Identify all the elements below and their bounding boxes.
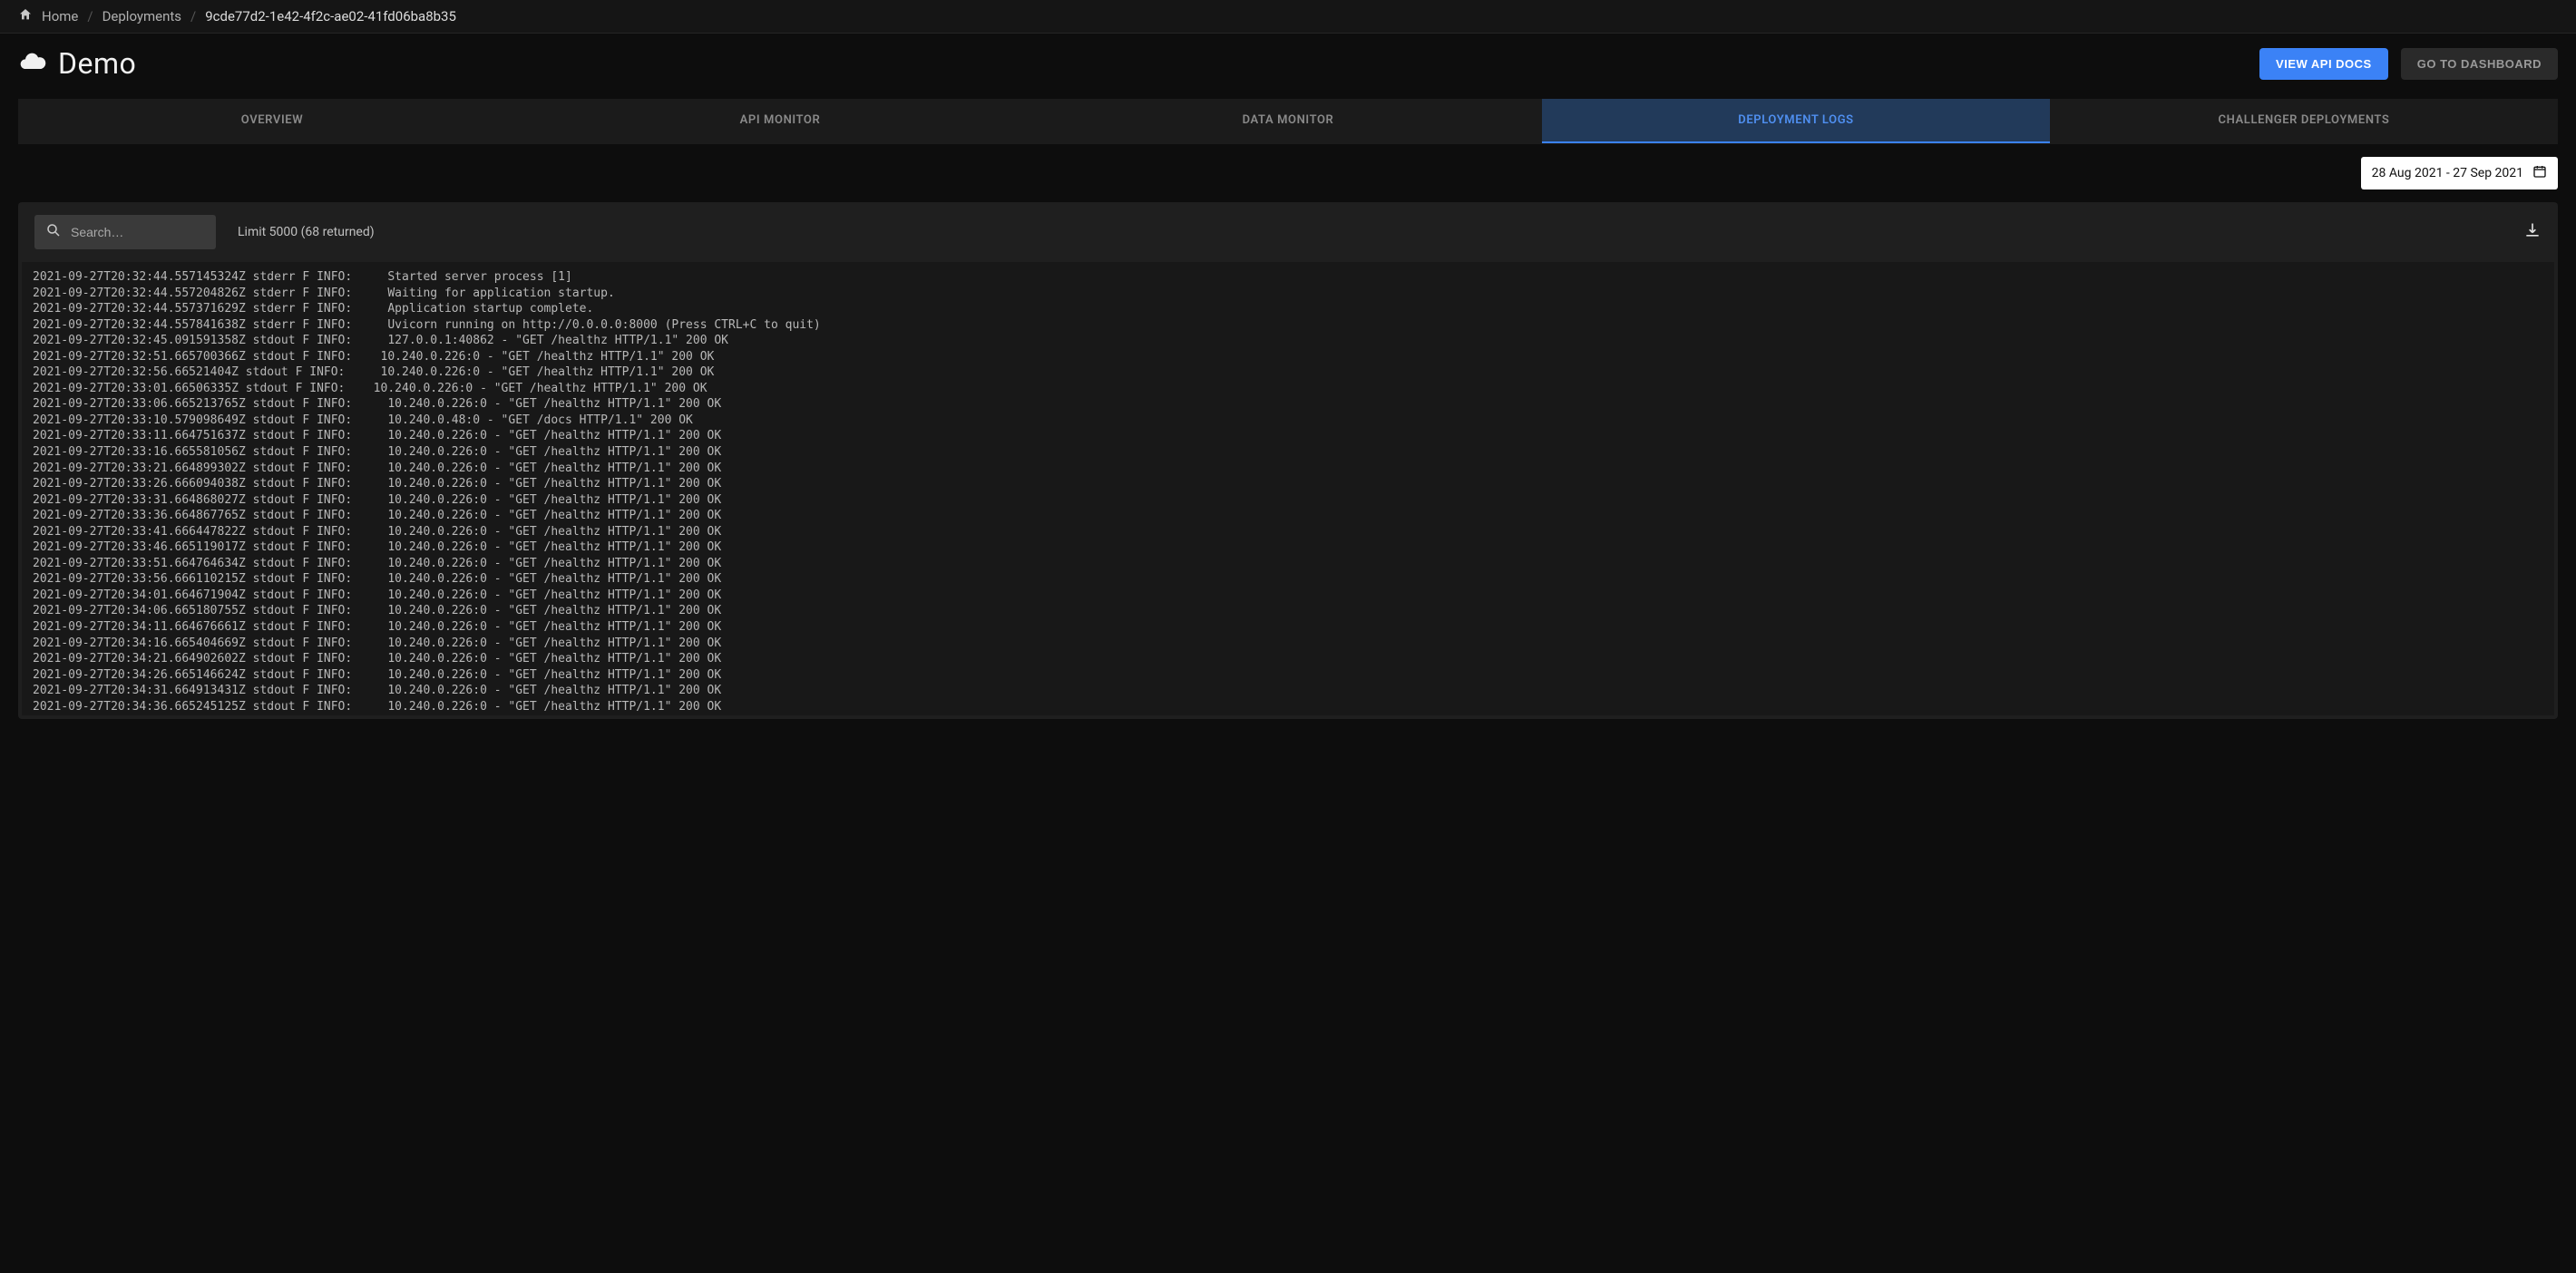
log-line: 2021-09-27T20:33:01.66506335Z stdout F I… bbox=[33, 381, 2551, 397]
tab-data-monitor[interactable]: DATA MONITOR bbox=[1034, 99, 1542, 143]
log-line: 2021-09-27T20:32:44.557145324Z stderr F … bbox=[33, 269, 2551, 286]
breadcrumb-id: 9cde77d2-1e42-4f2c-ae02-41fd06ba8b35 bbox=[205, 8, 456, 24]
cloud-icon bbox=[18, 47, 47, 80]
tab-challenger-deployments[interactable]: CHALLENGER DEPLOYMENTS bbox=[2050, 99, 2558, 143]
log-line: 2021-09-27T20:33:36.664867765Z stdout F … bbox=[33, 508, 2551, 524]
date-range-picker[interactable]: 28 Aug 2021 - 27 Sep 2021 bbox=[2361, 157, 2558, 189]
breadcrumb-home[interactable]: Home bbox=[42, 8, 78, 24]
log-line: 2021-09-27T20:32:44.557371629Z stderr F … bbox=[33, 301, 2551, 317]
go-to-dashboard-button[interactable]: GO TO DASHBOARD bbox=[2401, 48, 2558, 80]
download-icon[interactable] bbox=[2523, 221, 2542, 243]
breadcrumb-sep: / bbox=[190, 8, 196, 24]
log-line: 2021-09-27T20:33:31.664868027Z stdout F … bbox=[33, 492, 2551, 509]
tab-api-monitor[interactable]: API MONITOR bbox=[526, 99, 1034, 143]
log-line: 2021-09-27T20:34:16.665404669Z stdout F … bbox=[33, 636, 2551, 652]
log-line: 2021-09-27T20:34:11.664676661Z stdout F … bbox=[33, 619, 2551, 636]
tab-overview[interactable]: OVERVIEW bbox=[18, 99, 526, 143]
log-line: 2021-09-27T20:32:44.557204826Z stderr F … bbox=[33, 286, 2551, 302]
logs-panel: Limit 5000 (68 returned) 2021-09-27T20:3… bbox=[18, 202, 2558, 719]
log-line: 2021-09-27T20:34:06.665180755Z stdout F … bbox=[33, 603, 2551, 619]
log-line: 2021-09-27T20:32:44.557841638Z stderr F … bbox=[33, 317, 2551, 334]
log-line: 2021-09-27T20:32:56.66521404Z stdout F I… bbox=[33, 364, 2551, 381]
logs-body[interactable]: 2021-09-27T20:32:44.557145324Z stderr F … bbox=[22, 262, 2554, 715]
log-line: 2021-09-27T20:34:41.664877122Z stdout F … bbox=[33, 714, 2551, 715]
log-line: 2021-09-27T20:34:36.665245125Z stdout F … bbox=[33, 699, 2551, 715]
page-title: Demo bbox=[58, 46, 136, 81]
log-line: 2021-09-27T20:33:51.664764634Z stdout F … bbox=[33, 556, 2551, 572]
view-api-docs-button[interactable]: VIEW API DOCS bbox=[2259, 48, 2388, 80]
search-input[interactable] bbox=[71, 225, 205, 239]
log-line: 2021-09-27T20:33:10.579098649Z stdout F … bbox=[33, 413, 2551, 429]
tab-bar: OVERVIEWAPI MONITORDATA MONITORDEPLOYMEN… bbox=[18, 99, 2558, 144]
search-box[interactable] bbox=[34, 215, 216, 249]
log-line: 2021-09-27T20:33:56.666110215Z stdout F … bbox=[33, 571, 2551, 588]
log-line: 2021-09-27T20:34:26.665146624Z stdout F … bbox=[33, 667, 2551, 684]
breadcrumb-deployments[interactable]: Deployments bbox=[102, 8, 181, 24]
log-line: 2021-09-27T20:34:31.664913431Z stdout F … bbox=[33, 683, 2551, 699]
home-icon[interactable] bbox=[18, 7, 33, 25]
log-line: 2021-09-27T20:32:45.091591358Z stdout F … bbox=[33, 333, 2551, 349]
date-range-text: 28 Aug 2021 - 27 Sep 2021 bbox=[2372, 166, 2523, 180]
log-line: 2021-09-27T20:33:16.665581056Z stdout F … bbox=[33, 444, 2551, 461]
limit-text: Limit 5000 (68 returned) bbox=[238, 225, 375, 239]
log-line: 2021-09-27T20:33:06.665213765Z stdout F … bbox=[33, 396, 2551, 413]
log-line: 2021-09-27T20:33:41.666447822Z stdout F … bbox=[33, 524, 2551, 540]
logs-toolbar: Limit 5000 (68 returned) bbox=[18, 202, 2558, 262]
log-line: 2021-09-27T20:34:21.664902602Z stdout F … bbox=[33, 651, 2551, 667]
log-line: 2021-09-27T20:33:46.665119017Z stdout F … bbox=[33, 539, 2551, 556]
log-line: 2021-09-27T20:32:51.665700366Z stdout F … bbox=[33, 349, 2551, 365]
log-line: 2021-09-27T20:33:11.664751637Z stdout F … bbox=[33, 428, 2551, 444]
log-line: 2021-09-27T20:34:01.664671904Z stdout F … bbox=[33, 588, 2551, 604]
breadcrumb-sep: / bbox=[87, 8, 93, 24]
search-icon bbox=[45, 222, 71, 242]
log-line: 2021-09-27T20:33:21.664899302Z stdout F … bbox=[33, 461, 2551, 477]
tab-deployment-logs[interactable]: DEPLOYMENT LOGS bbox=[1542, 99, 2050, 143]
breadcrumb: Home / Deployments / 9cde77d2-1e42-4f2c-… bbox=[0, 0, 2576, 34]
calendar-icon bbox=[2532, 164, 2547, 182]
log-line: 2021-09-27T20:33:26.666094038Z stdout F … bbox=[33, 476, 2551, 492]
page-header: Demo VIEW API DOCS GO TO DASHBOARD bbox=[0, 34, 2576, 99]
